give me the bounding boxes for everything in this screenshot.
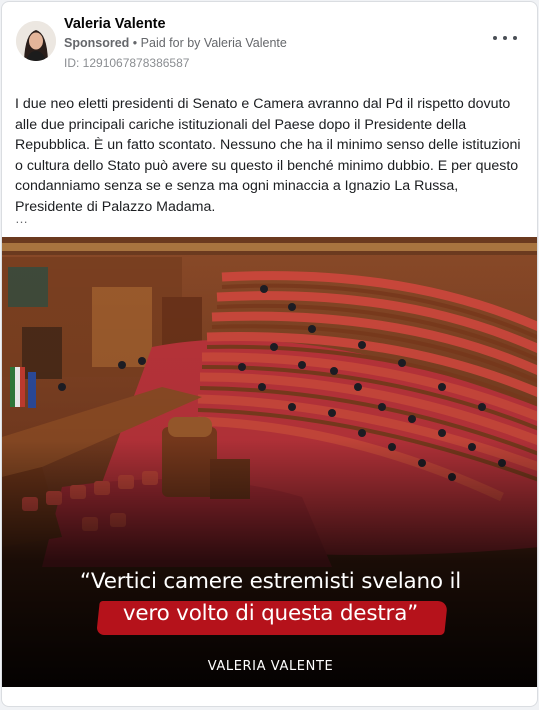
post-text: I due neo eletti presidenti di Senato e …: [15, 96, 521, 215]
sponsored-label: Sponsored: [64, 36, 130, 50]
sponsor-line: Sponsored • Paid for by Valeria Valente: [64, 36, 287, 50]
quote-line-1: “Vertici camere estremisti svelano il: [79, 569, 462, 594]
ad-image[interactable]: “Vertici camere estremisti svelano il ve…: [2, 237, 537, 687]
separator-dot: •: [132, 36, 138, 50]
avatar[interactable]: [16, 21, 56, 61]
ad-id: ID: 1291067878386587: [64, 56, 190, 70]
payer-name[interactable]: Valeria Valente: [204, 36, 287, 50]
quote-line-2-text: vero volto di questa destra”: [122, 601, 419, 626]
post-header: Valeria Valente Sponsored • Paid for by …: [2, 2, 537, 78]
author-name[interactable]: Valeria Valente: [64, 16, 166, 32]
brand-name: VALERIA VALENTE: [207, 659, 334, 674]
see-more[interactable]: …: [15, 211, 28, 226]
paid-for-label: Paid for by: [140, 36, 201, 50]
more-horizontal-icon[interactable]: [493, 28, 517, 48]
quote-line-2: vero volto di questa destra”: [2, 601, 537, 626]
ad-card: Valeria Valente Sponsored • Paid for by …: [1, 1, 538, 707]
